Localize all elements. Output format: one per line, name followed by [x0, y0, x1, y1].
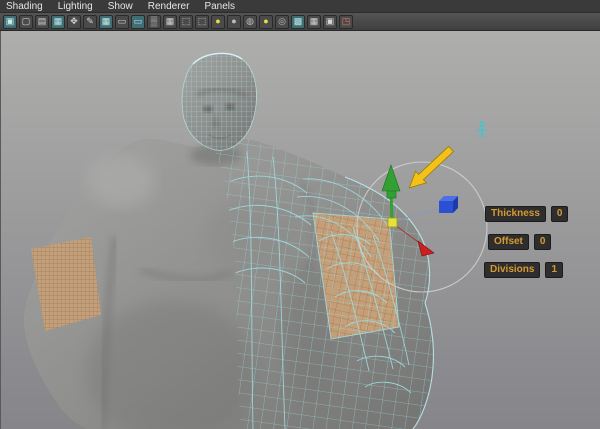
image-plane-icon[interactable]: ▦ — [51, 14, 65, 29]
maya-viewport-panel: Shading Lighting Show Renderer Panels ▣ ▢ ▤ ▦ ✥ ✎… — [0, 0, 600, 429]
pan-zoom-icon[interactable]: ✥ — [67, 14, 81, 29]
menu-show[interactable]: Show — [108, 0, 133, 13]
character-head[interactable] — [181, 52, 257, 151]
gate-mask-icon[interactable]: ▒ — [147, 14, 161, 29]
hud-row-offset: Offset 0 — [488, 234, 552, 250]
menu-panels[interactable]: Panels — [204, 0, 235, 13]
hud-divisions-label: Divisions — [484, 262, 541, 278]
default-material-icon[interactable]: ◎ — [275, 14, 289, 29]
safe-title-icon[interactable]: ⬚ — [195, 14, 209, 29]
select-camera-icon[interactable]: ▣ — [3, 14, 17, 29]
wireframe-on-shaded-icon[interactable]: ● — [259, 14, 273, 29]
hud-thickness-label: Thickness — [485, 206, 546, 222]
viewport-toolbar: ▣ ▢ ▤ ▦ ✥ ✎ ▦ ▭ ▭ ▒ ▦ ⬚ ⬚ ● ● ◍ ● ◎ ▩ ▦ ▣ ◳ — [0, 13, 600, 31]
field-chart-icon[interactable]: ▦ — [163, 14, 177, 29]
hud-offset-value[interactable]: 0 — [533, 234, 552, 250]
menu-lighting[interactable]: Lighting — [58, 0, 93, 13]
hud-divisions-value[interactable]: 1 — [545, 262, 564, 278]
grease-pencil-icon[interactable]: ✎ — [83, 14, 97, 29]
menu-renderer[interactable]: Renderer — [148, 0, 190, 13]
viewport[interactable]: Thickness 0 Offset 0 Divisions 1 — [0, 31, 600, 429]
shadows-icon[interactable]: ▣ — [323, 14, 337, 29]
hud-offset-label: Offset — [488, 234, 529, 250]
hud-row-divisions: Divisions 1 — [484, 262, 564, 278]
hud-thickness-value[interactable]: 0 — [550, 206, 569, 222]
frame-all-icon[interactable]: ● — [211, 14, 225, 29]
viewport-canvas[interactable] — [1, 31, 600, 429]
menubar: Shading Lighting Show Renderer Panels — [0, 0, 600, 13]
manip-center-handle[interactable] — [387, 217, 398, 228]
bookmark-icon[interactable]: ▤ — [35, 14, 49, 29]
film-gate-icon[interactable]: ▭ — [115, 14, 129, 29]
frame-selection-icon[interactable]: ● — [227, 14, 241, 29]
lock-camera-icon[interactable]: ▢ — [19, 14, 33, 29]
grid-icon[interactable]: ▦ — [99, 14, 113, 29]
textured-icon[interactable]: ▩ — [291, 14, 305, 29]
menu-shading[interactable]: Shading — [6, 0, 43, 13]
manip-axis-z-handle[interactable] — [439, 196, 458, 213]
safe-action-icon[interactable]: ⬚ — [179, 14, 193, 29]
hud-row-thickness: Thickness 0 — [485, 206, 569, 222]
resolution-gate-icon[interactable]: ▭ — [131, 14, 145, 29]
isolate-select-icon[interactable]: ◳ — [339, 14, 353, 29]
use-all-lights-icon[interactable]: ▦ — [307, 14, 321, 29]
xray-icon[interactable]: ◍ — [243, 14, 257, 29]
